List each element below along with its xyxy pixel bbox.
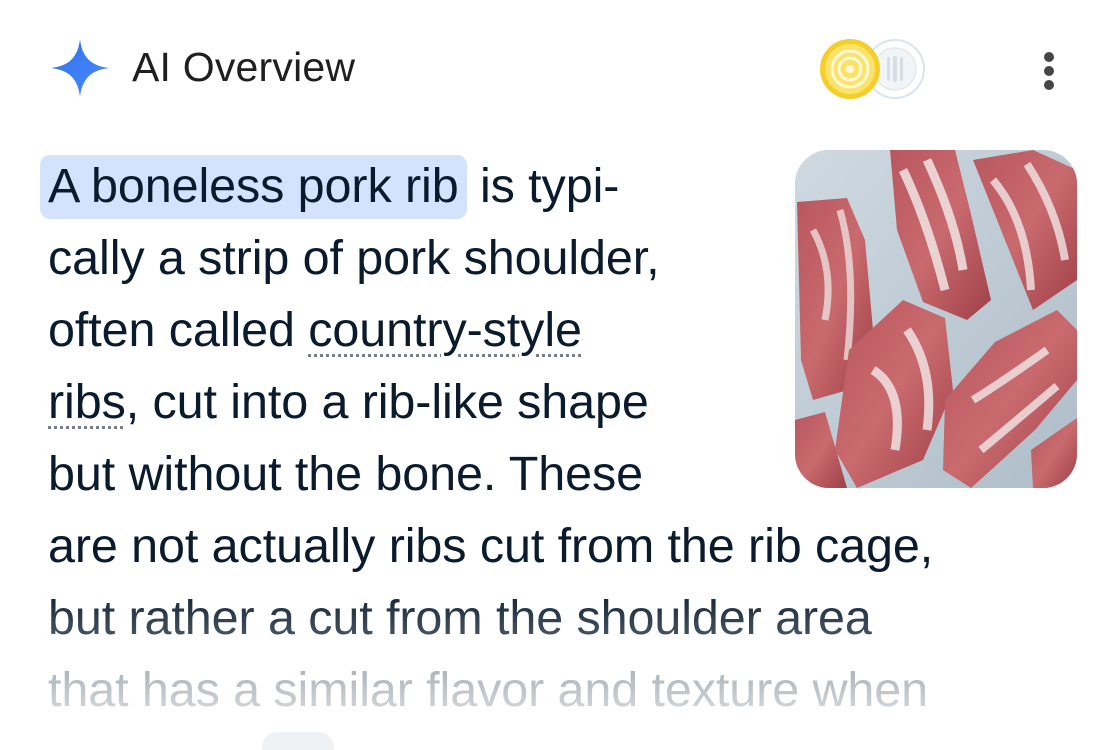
answer-text: is typi-	[479, 159, 620, 213]
answer-line: ribs, cut into a rib-like shape	[48, 366, 1088, 438]
ai-overview-answer: A boneless pork rib is typi- cally a str…	[40, 150, 1088, 726]
answer-line: are not actually ribs cut from the rib c…	[48, 519, 934, 573]
ai-overview-header: AI Overview	[0, 0, 1115, 135]
page-title: AI Overview	[132, 44, 356, 90]
answer-text: often called	[48, 303, 309, 357]
lemon-swirl-icon	[820, 39, 880, 99]
source-chip[interactable]	[262, 732, 334, 750]
answer-line: but rather a cut from the shoulder area	[48, 591, 872, 645]
answer-line: often called country-style	[48, 294, 1088, 366]
more-vert-icon-dot	[1044, 52, 1054, 62]
sparkle-icon	[51, 39, 109, 97]
answer-line: A boneless pork rib is typi-	[40, 150, 1088, 222]
highlighted-term[interactable]: A boneless pork rib	[40, 155, 467, 219]
country-style-link[interactable]: country-style	[308, 303, 582, 357]
answer-line: but without the bone. These	[48, 447, 644, 501]
answer-text: , cut into a rib-like shape	[125, 375, 649, 429]
more-vert-icon-dot	[1044, 80, 1054, 90]
more-options-button[interactable]	[1024, 44, 1074, 96]
answer-line: cally a strip of pork shoulder,	[48, 231, 660, 285]
answer-line: that has a similar flavor and texture wh…	[48, 663, 929, 717]
more-vert-icon-dot	[1044, 66, 1054, 76]
ribs-link[interactable]: ribs	[48, 375, 126, 429]
source-icons[interactable]	[817, 38, 929, 100]
